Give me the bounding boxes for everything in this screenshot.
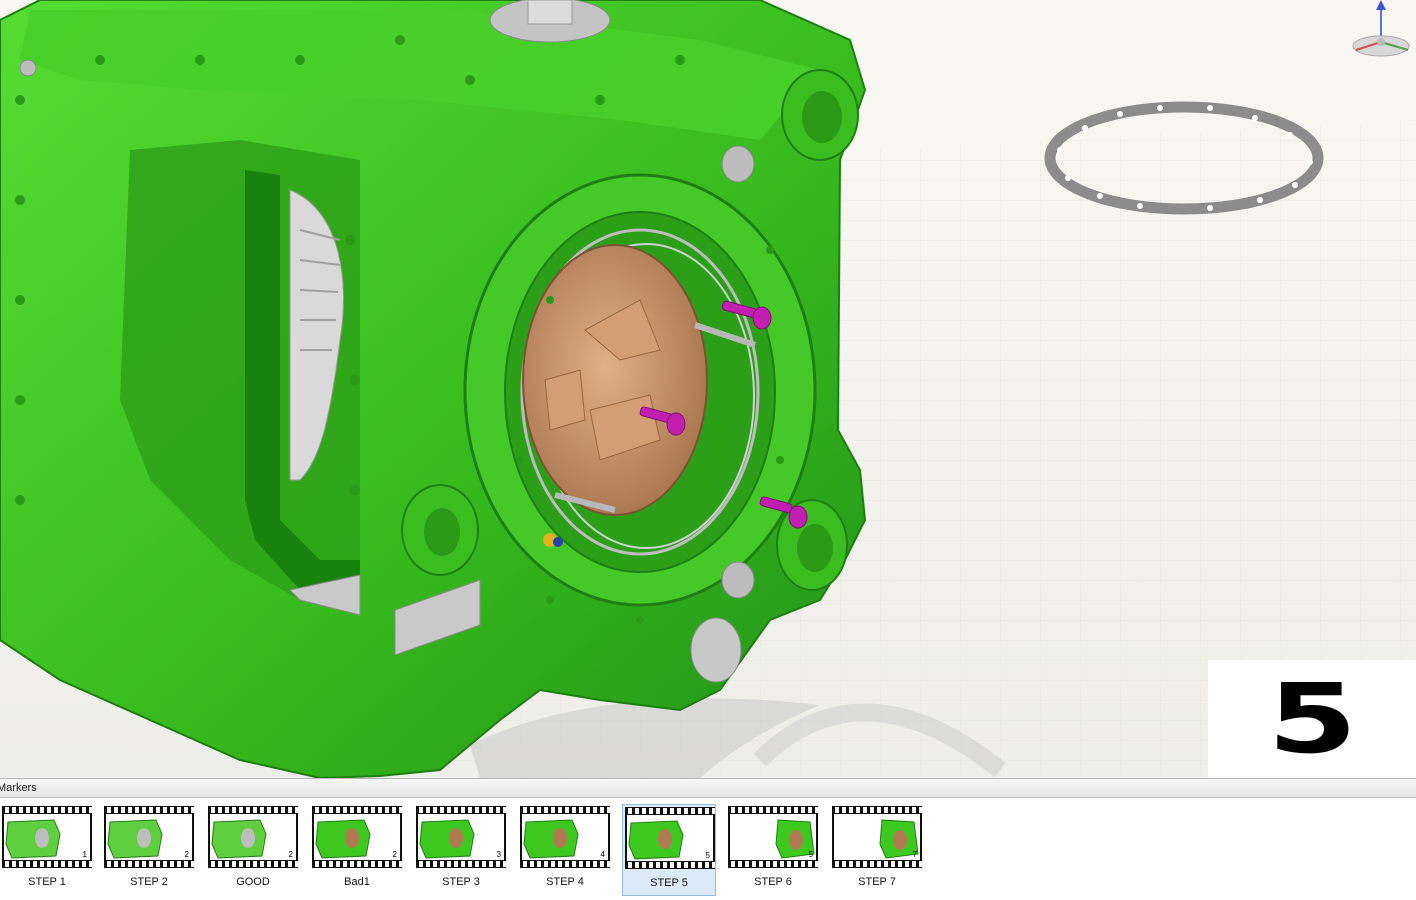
thumbnail-image: 7: [834, 814, 920, 860]
thumbnail-image: 1: [4, 814, 90, 860]
marker-thumbnail[interactable]: 7 STEP 7: [830, 804, 924, 896]
marker-thumbnail[interactable]: 3 STEP 3: [414, 804, 508, 896]
marker-thumbnail[interactable]: 2 STEP 2: [102, 804, 196, 896]
thumbnail-index: 5: [705, 851, 710, 860]
marker-label: STEP 6: [754, 876, 792, 888]
thumbnail-index: 5: [808, 850, 813, 859]
film-frame: 5: [728, 806, 818, 868]
marker-strip: 1 STEP 1 2 STEP 2 2 GOOD 2 Bad1 3 STEP 3 4 STEP 4 5 S…: [0, 798, 1416, 900]
film-frame: 7: [832, 806, 922, 868]
markers-panel: Markers 1 STEP 1 2 STEP 2 2 GOOD 2 Bad1 3 STEP 3 4…: [0, 778, 1416, 900]
thumbnail-image: 5: [627, 815, 713, 861]
marker-label: STEP 3: [442, 876, 480, 888]
3d-viewport[interactable]: 5: [0, 0, 1416, 778]
marker-label: STEP 1: [28, 876, 66, 888]
view-cube-icon[interactable]: [1340, 0, 1416, 66]
marker-thumbnail[interactable]: 2 GOOD: [206, 804, 300, 896]
thumbnail-image: 3: [418, 814, 504, 860]
thumbnail-index: 1: [82, 850, 87, 859]
thumbnail-image: 2: [314, 814, 400, 860]
marker-label: GOOD: [236, 876, 270, 888]
film-frame: 1: [2, 806, 92, 868]
thumbnail-index: 2: [288, 850, 293, 859]
film-frame: 2: [104, 806, 194, 868]
thumbnail-index: 2: [184, 850, 189, 859]
marker-thumbnail[interactable]: 2 Bad1: [310, 804, 404, 896]
marker-thumbnail[interactable]: 1 STEP 1: [0, 804, 94, 896]
marker-thumbnail[interactable]: 5 STEP 6: [726, 804, 820, 896]
film-frame: 2: [208, 806, 298, 868]
marker-thumbnail[interactable]: 5 STEP 5: [622, 804, 716, 896]
thumbnail-image: 5: [730, 814, 816, 860]
marker-label: Bad1: [344, 876, 370, 888]
thumbnail-index: 7: [912, 850, 917, 859]
marker-thumbnail[interactable]: 4 STEP 4: [518, 804, 612, 896]
thumbnail-image: 4: [522, 814, 608, 860]
film-frame: 4: [520, 806, 610, 868]
gearbox-housing: [0, 0, 867, 778]
film-frame: 2: [312, 806, 402, 868]
marker-label: STEP 4: [546, 876, 584, 888]
thumbnail-image: 2: [106, 814, 192, 860]
marker-label: STEP 5: [650, 877, 688, 889]
film-frame: 3: [416, 806, 506, 868]
marker-label: STEP 7: [858, 876, 896, 888]
thumbnail-index: 3: [496, 850, 501, 859]
step-number: 5: [1266, 663, 1358, 775]
assembly-scene[interactable]: [0, 0, 1416, 778]
thumbnail-image: 2: [210, 814, 296, 860]
thumbnail-index: 4: [600, 850, 605, 859]
film-frame: 5: [625, 807, 715, 869]
step-number-badge: 5: [1208, 660, 1416, 778]
thumbnail-index: 2: [392, 850, 397, 859]
markers-header: Markers: [0, 779, 1416, 798]
marker-label: STEP 2: [130, 876, 168, 888]
